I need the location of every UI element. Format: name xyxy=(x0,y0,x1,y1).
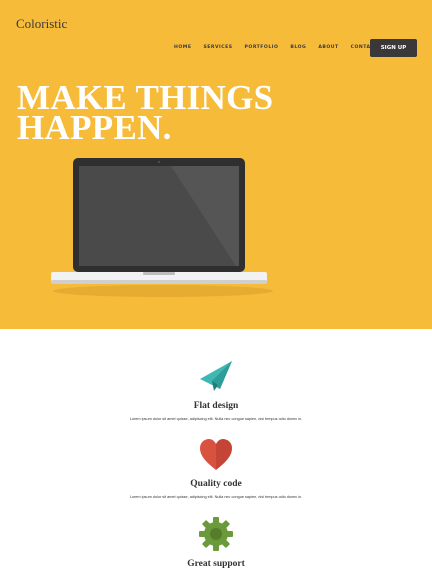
feature-text: Lorem ipsum dolor sit amet quisse, adipi… xyxy=(129,495,303,499)
nav-item-home[interactable]: HOME xyxy=(174,45,191,51)
main-nav: HOME SERVICES PORTFOLIO BLOG ABOUT CONTA… xyxy=(174,45,390,51)
sign-up-button[interactable]: SIGN UP xyxy=(370,39,417,57)
nav-item-services[interactable]: SERVICES xyxy=(203,45,232,51)
site-logo[interactable]: Coloristic xyxy=(16,16,67,32)
features-section: Flat design Lorem ipsum dolor sit amet q… xyxy=(0,329,432,577)
laptop-illustration xyxy=(51,158,273,297)
nav-item-blog[interactable]: BLOG xyxy=(290,45,306,51)
gear-icon xyxy=(199,517,233,551)
hero-headline: MAKE THINGS HAPPEN. xyxy=(17,80,273,147)
paper-plane-icon xyxy=(200,361,232,391)
heart-icon xyxy=(200,439,232,470)
nav-item-portfolio[interactable]: PORTFOLIO xyxy=(245,45,279,51)
hero-section: Coloristic HOME SERVICES PORTFOLIO BLOG … xyxy=(0,0,432,329)
nav-item-about[interactable]: ABOUT xyxy=(318,45,338,51)
feature-title: Quality code xyxy=(190,479,242,489)
feature-text: Lorem ipsum dolor sit amet quisse, adipi… xyxy=(129,417,303,421)
feature-title: Flat design xyxy=(193,401,239,411)
hero-headline-line-2: HAPPEN. xyxy=(17,108,172,147)
feature-title: Great support xyxy=(187,559,245,569)
